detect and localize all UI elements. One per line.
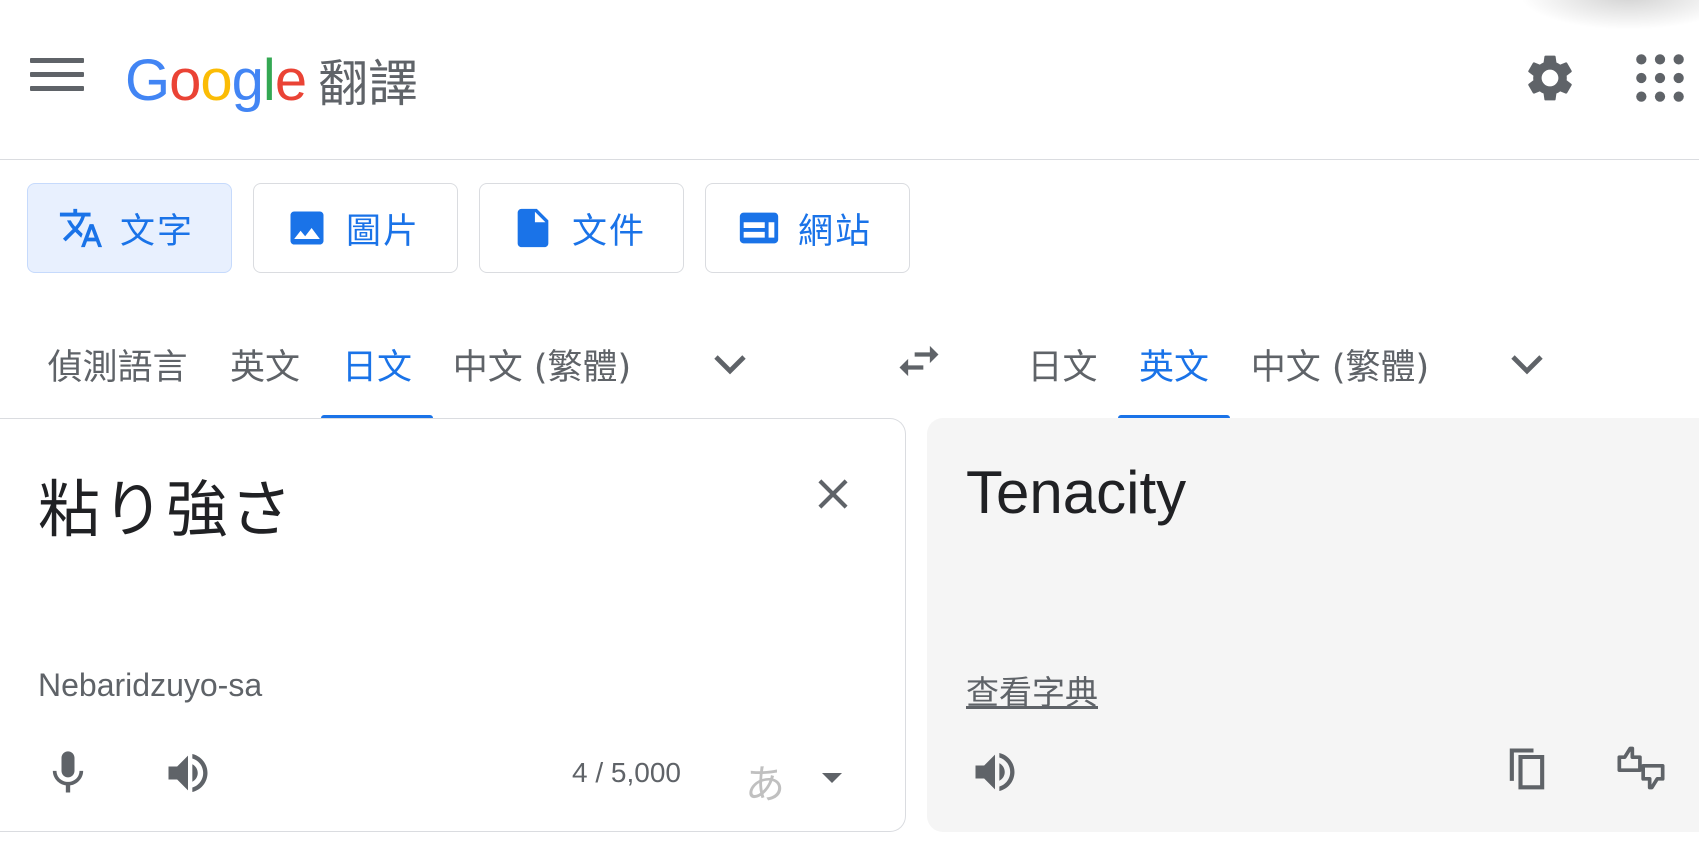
- source-lang-japanese[interactable]: 日文: [321, 310, 433, 421]
- character-count: 4 / 5,000: [572, 757, 681, 788]
- tab-documents[interactable]: 文件: [479, 183, 684, 273]
- target-panel: Tenacity 查看字典: [927, 418, 1699, 832]
- logo-letter-g: G: [125, 47, 170, 113]
- source-lang-chevron-down-icon[interactable]: [706, 340, 754, 388]
- target-speaker-icon[interactable]: [969, 746, 1021, 798]
- google-translate-logo[interactable]: G o o g l e 翻譯: [125, 40, 418, 120]
- target-lang-chevron-down-icon[interactable]: [1503, 340, 1551, 388]
- tab-images-label: 圖片: [346, 211, 421, 252]
- tab-images[interactable]: 圖片: [253, 183, 458, 273]
- app-header: G o o g l e 翻譯: [0, 0, 1699, 160]
- source-text-input[interactable]: 粘り強さ: [38, 459, 294, 549]
- tab-text[interactable]: 文字: [27, 183, 232, 273]
- swap-languages-icon[interactable]: [893, 335, 945, 387]
- settings-icon[interactable]: [1522, 50, 1578, 106]
- clear-source-icon[interactable]: [808, 469, 858, 519]
- mode-tabs: 文字 圖片 文件 網站: [27, 183, 910, 273]
- target-lang-chinese-traditional[interactable]: 中文 (繁體): [1250, 310, 1430, 418]
- microphone-icon[interactable]: [42, 747, 94, 799]
- rate-translation-icon[interactable]: [1615, 742, 1667, 794]
- tab-websites[interactable]: 網站: [705, 183, 910, 273]
- translate-icon: [58, 205, 104, 251]
- copy-icon[interactable]: [1501, 744, 1553, 796]
- product-name: 翻譯: [318, 55, 419, 113]
- target-lang-english[interactable]: 英文: [1118, 310, 1230, 421]
- image-icon: [284, 205, 330, 251]
- tab-websites-label: 網站: [798, 211, 873, 252]
- tab-text-label: 文字: [120, 211, 195, 252]
- target-lang-japanese[interactable]: 日文: [1025, 310, 1100, 418]
- logo-letter-g2: g: [231, 47, 264, 113]
- source-panel: 粘り強さ Nebaridzuyo-sa 4 / 5,000 あ: [0, 418, 906, 832]
- translation-output: Tenacity: [966, 459, 1187, 526]
- language-bar: 偵測語言 英文 日文 中文 (繁體) 日文 英文 中文 (繁體): [0, 310, 1699, 421]
- logo-letter-e: e: [274, 47, 307, 113]
- logo-letter-l: l: [262, 47, 276, 113]
- tab-documents-label: 文件: [572, 211, 647, 252]
- source-lang-chinese-traditional[interactable]: 中文 (繁體): [452, 310, 632, 418]
- source-lang-detect[interactable]: 偵測語言: [40, 310, 195, 418]
- view-dictionary-link[interactable]: 查看字典: [966, 666, 1098, 714]
- logo-letter-o1: o: [169, 47, 201, 113]
- menu-icon[interactable]: [30, 58, 84, 100]
- source-speaker-icon[interactable]: [162, 747, 214, 799]
- document-icon: [510, 205, 556, 251]
- logo-letter-o2: o: [200, 47, 232, 113]
- source-lang-english[interactable]: 英文: [225, 310, 305, 418]
- website-icon: [736, 205, 782, 251]
- apps-icon[interactable]: [1632, 50, 1688, 106]
- input-method-button[interactable]: あ: [745, 752, 785, 810]
- source-romanization: Nebaridzuyo-sa: [38, 667, 263, 703]
- input-method-dropdown-icon[interactable]: [822, 773, 842, 783]
- account-shadow: [1519, 0, 1699, 30]
